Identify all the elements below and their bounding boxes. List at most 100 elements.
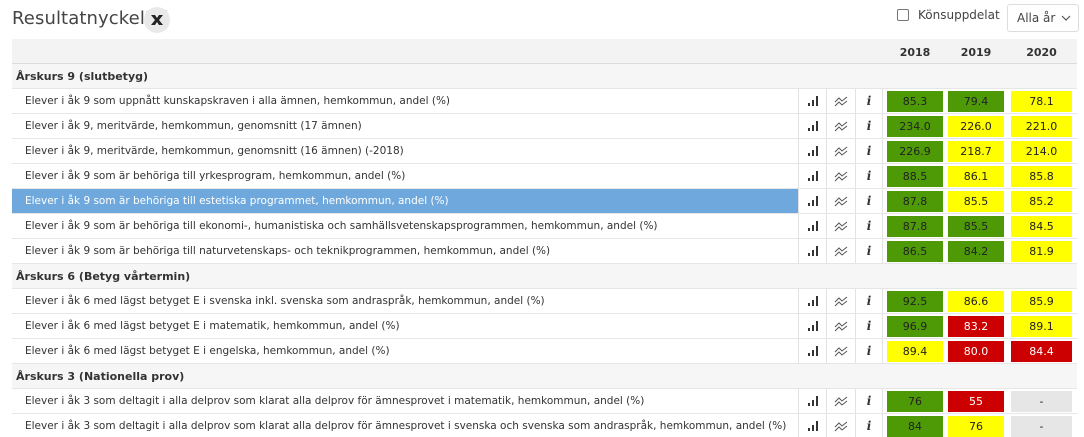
trend-line-button[interactable] [826, 189, 855, 213]
info-button[interactable]: i [855, 89, 883, 113]
value-cell[interactable]: 85.5 [947, 190, 1005, 213]
year-select[interactable]: Alla år [1007, 4, 1079, 32]
value-cell[interactable]: 89.1 [1010, 315, 1073, 338]
trend-line-button[interactable] [826, 289, 855, 313]
info-button[interactable]: i [855, 139, 883, 163]
value-cell[interactable]: 80.0 [947, 340, 1005, 363]
table-row[interactable]: Elever i åk 3 som deltagit i alla delpro… [12, 414, 1077, 437]
value-cell[interactable]: 85.3 [886, 90, 944, 113]
value-cell[interactable]: 76 [886, 390, 944, 413]
value-cell[interactable]: 92.5 [886, 290, 944, 313]
value-cell[interactable]: 84.4 [1010, 340, 1073, 363]
value-cell[interactable]: - [1010, 415, 1073, 437]
bar-chart-button[interactable] [798, 289, 826, 313]
value-cell[interactable]: 85.8 [1010, 165, 1073, 188]
indicator-label[interactable]: Elever i åk 9 som uppnått kunskapskraven… [12, 89, 798, 113]
value-cell[interactable]: 81.9 [1010, 240, 1073, 263]
value-cell[interactable]: 85.5 [947, 215, 1005, 238]
export-excel-button[interactable] [144, 7, 170, 33]
bar-chart-button[interactable] [798, 314, 826, 338]
indicator-label[interactable]: Elever i åk 9, meritvärde, hemkommun, ge… [12, 139, 798, 163]
bar-chart-button[interactable] [798, 239, 826, 263]
value-cell[interactable]: 226.0 [947, 115, 1005, 138]
value-cell[interactable]: 87.8 [886, 215, 944, 238]
indicator-label[interactable]: Elever i åk 6 med lägst betyget E i sven… [12, 289, 798, 313]
info-button[interactable]: i [855, 239, 883, 263]
value-cell[interactable]: - [1010, 390, 1073, 413]
value-cell[interactable]: 76 [947, 415, 1005, 437]
info-button[interactable]: i [855, 389, 883, 413]
indicator-label[interactable]: Elever i åk 3 som deltagit i alla delpro… [12, 414, 798, 437]
trend-line-button[interactable] [826, 164, 855, 188]
table-row[interactable]: Elever i åk 9 som är behöriga till estet… [12, 189, 1077, 214]
value-cell[interactable]: 85.2 [1010, 190, 1073, 213]
bar-chart-button[interactable] [798, 139, 826, 163]
value-cell[interactable]: 226.9 [886, 140, 944, 163]
value-cell[interactable]: 86.1 [947, 165, 1005, 188]
table-row[interactable]: Elever i åk 9 som är behöriga till yrkes… [12, 164, 1077, 189]
bar-chart-button[interactable] [798, 114, 826, 138]
trend-line-button[interactable] [826, 139, 855, 163]
indicator-label[interactable]: Elever i åk 9 som är behöriga till ekono… [12, 214, 798, 238]
trend-line-button[interactable] [826, 314, 855, 338]
value-cell[interactable]: 96.9 [886, 315, 944, 338]
info-button[interactable]: i [855, 289, 883, 313]
trend-line-button[interactable] [826, 389, 855, 413]
indicator-label[interactable]: Elever i åk 6 med lägst betyget E i mate… [12, 314, 798, 338]
bar-chart-button[interactable] [798, 389, 826, 413]
table-row[interactable]: Elever i åk 6 med lägst betyget E i enge… [12, 339, 1077, 364]
bar-chart-button[interactable] [798, 89, 826, 113]
trend-line-button[interactable] [826, 214, 855, 238]
value-cell[interactable]: 84 [886, 415, 944, 437]
value-cell[interactable]: 87.8 [886, 190, 944, 213]
indicator-label[interactable]: Elever i åk 6 med lägst betyget E i enge… [12, 339, 798, 363]
table-row[interactable]: Elever i åk 9, meritvärde, hemkommun, ge… [12, 139, 1077, 164]
trend-line-button[interactable] [826, 339, 855, 363]
table-row[interactable]: Elever i åk 9 som uppnått kunskapskraven… [12, 89, 1077, 114]
indicator-label[interactable]: Elever i åk 9 som är behöriga till estet… [12, 189, 798, 213]
trend-line-button[interactable] [826, 239, 855, 263]
table-row[interactable]: Elever i åk 6 med lägst betyget E i mate… [12, 314, 1077, 339]
bar-chart-button[interactable] [798, 189, 826, 213]
value-cell[interactable]: 78.1 [1010, 90, 1073, 113]
value-cell[interactable]: 86.6 [947, 290, 1005, 313]
value-cell[interactable]: 55 [947, 390, 1005, 413]
gender-split-checkbox[interactable] [897, 9, 909, 21]
value-cell[interactable]: 234.0 [886, 115, 944, 138]
indicator-label[interactable]: Elever i åk 9, meritvärde, hemkommun, ge… [12, 114, 798, 138]
info-button[interactable]: i [855, 214, 883, 238]
info-button[interactable]: i [855, 189, 883, 213]
info-button[interactable]: i [855, 164, 883, 188]
info-button[interactable]: i [855, 314, 883, 338]
value-cell[interactable]: 83.2 [947, 315, 1005, 338]
info-button[interactable]: i [855, 114, 883, 138]
indicator-label[interactable]: Elever i åk 9 som är behöriga till yrkes… [12, 164, 798, 188]
value-cell[interactable]: 88.5 [886, 165, 944, 188]
bar-chart-button[interactable] [798, 339, 826, 363]
table-row[interactable]: Elever i åk 9 som är behöriga till ekono… [12, 214, 1077, 239]
value-cell[interactable]: 84.2 [947, 240, 1005, 263]
info-button[interactable]: i [855, 414, 883, 437]
table-row[interactable]: Elever i åk 3 som deltagit i alla delpro… [12, 389, 1077, 414]
bar-chart-button[interactable] [798, 214, 826, 238]
value-cell[interactable]: 85.9 [1010, 290, 1073, 313]
bar-chart-button[interactable] [798, 414, 826, 437]
indicator-label[interactable]: Elever i åk 3 som deltagit i alla delpro… [12, 389, 798, 413]
value-cell[interactable]: 79.4 [947, 90, 1005, 113]
value-cell[interactable]: 221.0 [1010, 115, 1073, 138]
gender-split-toggle[interactable]: Könsuppdelat [897, 8, 1000, 22]
table-row[interactable]: Elever i åk 6 med lägst betyget E i sven… [12, 289, 1077, 314]
indicator-label[interactable]: Elever i åk 9 som är behöriga till natur… [12, 239, 798, 263]
value-cell[interactable]: 89.4 [886, 340, 944, 363]
value-cell[interactable]: 218.7 [947, 140, 1005, 163]
trend-line-button[interactable] [826, 114, 855, 138]
trend-line-button[interactable] [826, 89, 855, 113]
value-cell[interactable]: 84.5 [1010, 215, 1073, 238]
info-button[interactable]: i [855, 339, 883, 363]
value-cell[interactable]: 86.5 [886, 240, 944, 263]
trend-line-button[interactable] [826, 414, 855, 437]
bar-chart-button[interactable] [798, 164, 826, 188]
table-row[interactable]: Elever i åk 9 som är behöriga till natur… [12, 239, 1077, 264]
table-row[interactable]: Elever i åk 9, meritvärde, hemkommun, ge… [12, 114, 1077, 139]
value-cell[interactable]: 214.0 [1010, 140, 1073, 163]
